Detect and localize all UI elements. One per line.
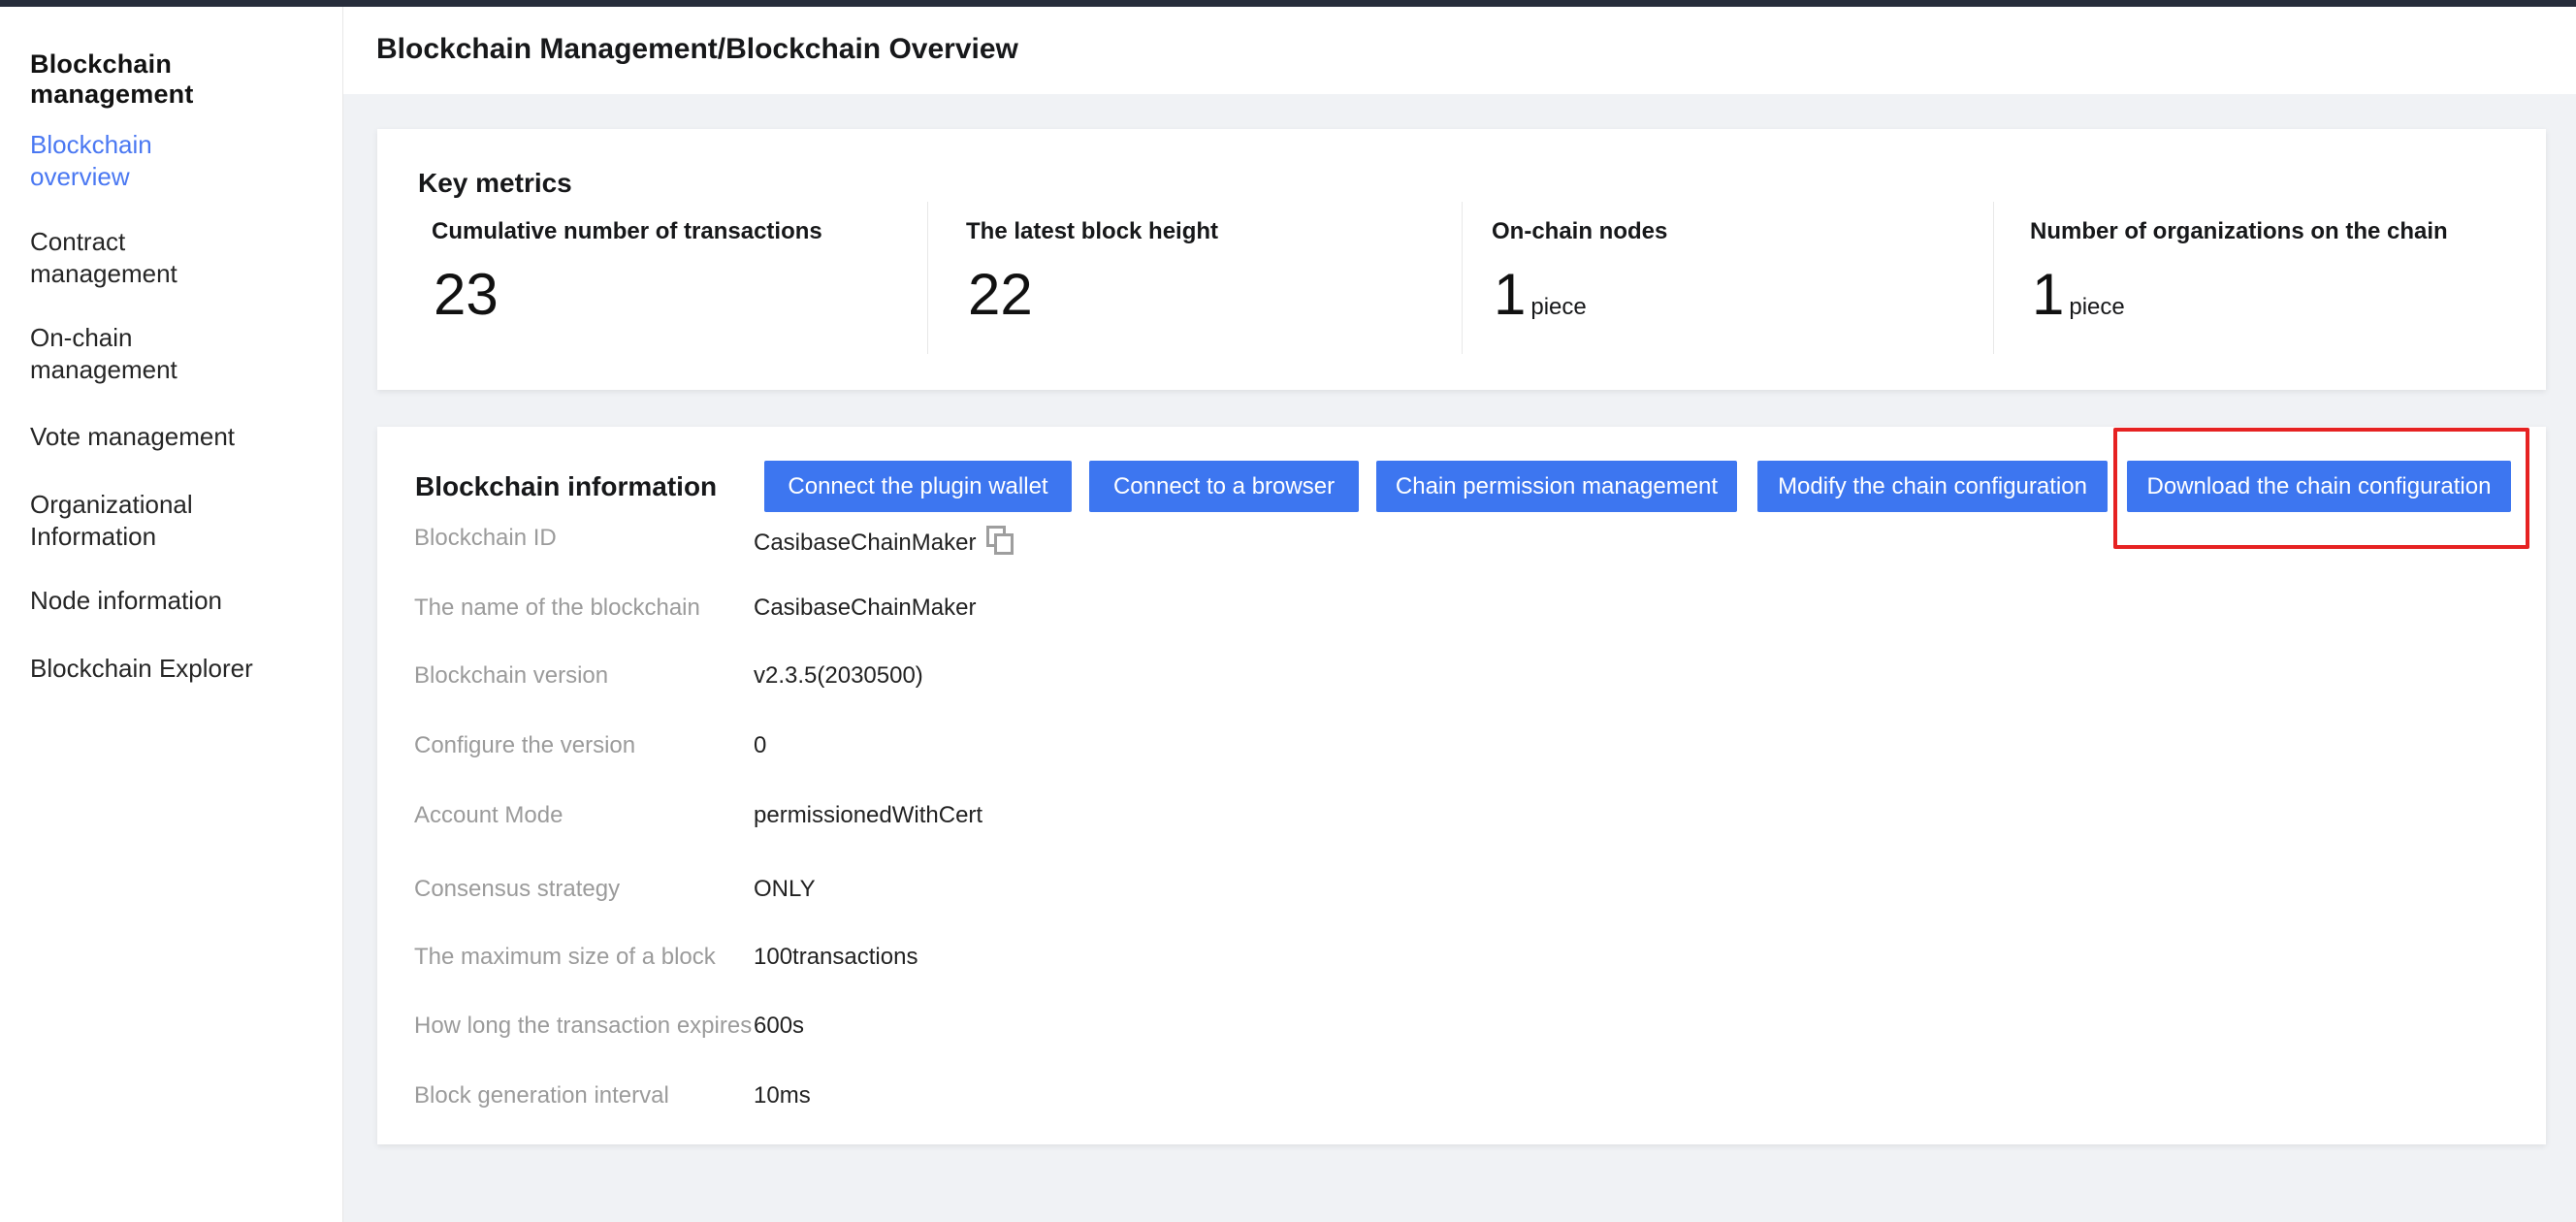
info-row-configure-version: Configure the version 0 xyxy=(377,732,2546,763)
page-header: Blockchain Management/Blockchain Overvie… xyxy=(343,7,2576,94)
sidebar-item-contract-management[interactable]: Contract management xyxy=(30,226,253,290)
sidebar-item-organizational-information[interactable]: Organizational Information xyxy=(30,489,253,553)
download-chain-configuration-button[interactable]: Download the chain configuration xyxy=(2127,461,2511,512)
content-area: Key metrics Cumulative number of transac… xyxy=(343,94,2576,1222)
metric-divider xyxy=(1993,202,1994,354)
info-row-account-mode: Account Mode permissionedWithCert xyxy=(377,802,2546,833)
metric-value: 22 xyxy=(968,263,1038,339)
metric-divider xyxy=(1462,202,1463,354)
connect-plugin-wallet-button[interactable]: Connect the plugin wallet xyxy=(764,461,1072,512)
sidebar-item-node-information[interactable]: Node information xyxy=(30,585,253,617)
key-metrics-card: Key metrics Cumulative number of transac… xyxy=(377,129,2546,390)
info-row-blockchain-version: Blockchain version v2.3.5(2030500) xyxy=(377,662,2546,693)
info-value: 10ms xyxy=(754,1082,811,1109)
info-row-block-generation-interval: Block generation interval 10ms xyxy=(377,1082,2546,1113)
app-root: Blockchain management Blockchain overvie… xyxy=(0,0,2576,1222)
blockchain-information-card: Blockchain information Connect the plugi… xyxy=(377,427,2546,1144)
info-value: 600s xyxy=(754,1013,804,1040)
info-row-blockchain-name: The name of the blockchain CasibaseChain… xyxy=(377,595,2546,626)
top-accent-bar xyxy=(0,0,2576,7)
info-value: 0 xyxy=(754,732,766,759)
info-label: How long the transaction expires xyxy=(414,1013,752,1040)
info-value: v2.3.5(2030500) xyxy=(754,662,923,690)
info-row-blockchain-id: Blockchain ID CasibaseChainMaker xyxy=(377,525,2546,556)
connect-to-browser-button[interactable]: Connect to a browser xyxy=(1089,461,1359,512)
info-label: Account Mode xyxy=(414,802,563,829)
sidebar-item-vote-management[interactable]: Vote management xyxy=(30,421,253,453)
breadcrumb: Blockchain Management/Blockchain Overvie… xyxy=(376,33,1018,66)
info-label: Configure the version xyxy=(414,732,635,759)
info-label: The name of the blockchain xyxy=(414,595,700,622)
info-value: CasibaseChainMaker xyxy=(754,595,976,622)
key-metrics-title: Key metrics xyxy=(418,168,572,199)
info-value: permissionedWithCert xyxy=(754,802,982,829)
metric-divider xyxy=(927,202,928,354)
info-label: Blockchain version xyxy=(414,662,608,690)
info-label: The maximum size of a block xyxy=(414,944,716,971)
sidebar-item-on-chain-management[interactable]: On-chain management xyxy=(30,322,253,386)
metric-value: 1piece xyxy=(1494,263,1587,339)
info-label: Blockchain ID xyxy=(414,525,557,552)
copy-icon[interactable] xyxy=(985,525,1014,563)
metric-label: The latest block height xyxy=(966,218,1218,245)
sidebar-item-blockchain-overview[interactable]: Blockchain overview xyxy=(30,129,253,193)
chain-permission-management-button[interactable]: Chain permission management xyxy=(1376,461,1737,512)
info-value: ONLY xyxy=(754,876,816,903)
info-row-consensus-strategy: Consensus strategy ONLY xyxy=(377,876,2546,907)
info-row-max-block-size: The maximum size of a block 100transacti… xyxy=(377,944,2546,975)
info-value: CasibaseChainMaker xyxy=(754,525,1014,563)
info-label: Consensus strategy xyxy=(414,876,620,903)
sidebar-title: Blockchain management xyxy=(30,49,342,110)
blockchain-information-title: Blockchain information xyxy=(415,471,717,502)
info-row-transaction-expiry: How long the transaction expires 600s xyxy=(377,1013,2546,1044)
info-value: 100transactions xyxy=(754,944,918,971)
metric-unit: piece xyxy=(2069,294,2124,320)
metric-value: 1piece xyxy=(2032,263,2125,339)
metric-label: Number of organizations on the chain xyxy=(2030,218,2448,245)
metric-value: 23 xyxy=(434,263,503,339)
metric-unit: piece xyxy=(1530,294,1586,320)
metric-label: Cumulative number of transactions xyxy=(432,218,822,245)
sidebar-item-blockchain-explorer[interactable]: Blockchain Explorer xyxy=(30,653,253,685)
modify-chain-configuration-button[interactable]: Modify the chain configuration xyxy=(1757,461,2108,512)
metric-label: On-chain nodes xyxy=(1492,218,1667,245)
info-label: Block generation interval xyxy=(414,1082,669,1109)
sidebar: Blockchain management Blockchain overvie… xyxy=(0,7,343,1222)
